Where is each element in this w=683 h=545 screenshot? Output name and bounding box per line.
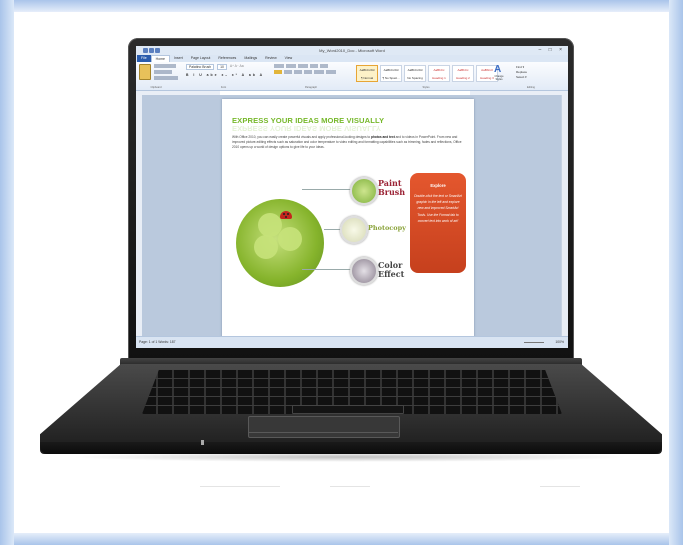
tab-review[interactable]: Review bbox=[261, 55, 280, 62]
window-controls[interactable]: – □ × bbox=[539, 46, 566, 55]
connector-line bbox=[302, 269, 352, 270]
faint-line bbox=[330, 486, 370, 487]
paste-button[interactable] bbox=[139, 64, 151, 80]
smartart-graphic[interactable]: Paint Brush Photocopy Color Effect Explo… bbox=[230, 173, 466, 323]
laptop-shadow bbox=[70, 452, 630, 462]
zoom-level[interactable]: 100% bbox=[555, 337, 564, 348]
style-no-spacing[interactable]: AaBbCcDd ¶ No Spaci... bbox=[380, 65, 402, 82]
status-bar: Page: 1 of 1 Words: 187 100% bbox=[136, 336, 568, 348]
vertical-scrollbar[interactable] bbox=[561, 95, 568, 337]
slide-frame-top bbox=[0, 0, 683, 12]
clipboard-group bbox=[154, 64, 180, 84]
grow-font-icon[interactable]: A⁺ A⁻ Aa bbox=[230, 64, 244, 70]
document-paragraph: With Office 2010, you can easily create … bbox=[232, 135, 462, 150]
power-indicator-icon bbox=[201, 440, 204, 445]
redo-icon[interactable] bbox=[155, 48, 160, 53]
ladybug-image bbox=[280, 211, 292, 219]
document-heading-reflection: EXPRESS YOUR IDEAS MORE VISUALLY bbox=[232, 124, 381, 133]
vertical-ruler[interactable] bbox=[136, 95, 142, 337]
change-styles-icon: A bbox=[494, 64, 502, 75]
spacebar bbox=[292, 405, 404, 414]
style-no-spacing-2[interactable]: AaBbCcDd No Spacing bbox=[404, 65, 426, 82]
explore-text: Double-click the text or SmartArt graphi… bbox=[414, 194, 462, 223]
ribbon-home: Palatino Brush 10 A⁺ A⁻ Aa B I U abe x₂ … bbox=[136, 62, 568, 91]
slide-frame-bottom bbox=[0, 533, 683, 545]
paragraph-group bbox=[274, 64, 344, 84]
photocopy-node[interactable] bbox=[340, 216, 368, 244]
editing-group: Find ▾ Replace Select ▾ bbox=[516, 65, 527, 80]
faint-line bbox=[200, 486, 280, 487]
paint-brush-node[interactable] bbox=[350, 177, 378, 205]
document-page[interactable]: EXPRESS YOUR IDEAS MORE VISUALLY EXPRESS… bbox=[222, 99, 474, 339]
style-heading-1[interactable]: AaBbCc Heading 1 bbox=[428, 65, 450, 82]
quick-access-toolbar[interactable] bbox=[138, 47, 166, 54]
select-button[interactable]: Select ▾ bbox=[516, 75, 527, 80]
tab-view[interactable]: View bbox=[281, 55, 297, 62]
touchpad-buttons bbox=[248, 432, 398, 439]
paint-brush-label: Paint Brush bbox=[378, 178, 406, 197]
tab-mailings[interactable]: Mailings bbox=[240, 55, 261, 62]
change-styles-button[interactable]: A Change Styles bbox=[492, 65, 506, 83]
font-format-buttons[interactable]: B I U abe x₂ x² A ab A bbox=[186, 73, 266, 77]
save-icon[interactable] bbox=[143, 48, 148, 53]
status-page-words[interactable]: Page: 1 of 1 Words: 187 bbox=[139, 340, 176, 344]
window-title: My_Word2010_Doc - Microsoft Word bbox=[319, 48, 385, 53]
font-group: Palatino Brush 10 A⁺ A⁻ Aa B I U abe x₂ … bbox=[186, 64, 266, 84]
clover-image bbox=[250, 213, 310, 273]
undo-icon[interactable] bbox=[149, 48, 154, 53]
tab-page-layout[interactable]: Page Layout bbox=[187, 55, 215, 62]
ribbon-group-labels: Clipboard Font Paragraph Styles Editing bbox=[150, 86, 535, 89]
tab-file[interactable]: File bbox=[137, 55, 151, 62]
faint-line bbox=[540, 486, 580, 487]
color-effect-node[interactable] bbox=[350, 257, 378, 285]
font-size-select[interactable]: 10 bbox=[217, 64, 227, 70]
connector-line bbox=[302, 189, 352, 190]
word-titlebar: My_Word2010_Doc - Microsoft Word – □ × bbox=[136, 46, 568, 55]
slide-frame-right bbox=[669, 0, 683, 545]
style-normal[interactable]: AaBbCcDd ¶ Normal bbox=[356, 65, 378, 82]
styles-gallery[interactable]: AaBbCcDd ¶ Normal AaBbCcDd ¶ No Spaci... A… bbox=[356, 65, 498, 82]
slide-frame-left bbox=[0, 0, 14, 545]
style-heading-2[interactable]: AaBbCc Heading 2 bbox=[452, 65, 474, 82]
photocopy-label: Photocopy bbox=[368, 224, 406, 232]
ribbon-tabs: File Home Insert Page Layout References … bbox=[136, 55, 568, 62]
color-effect-label: Color Effect bbox=[378, 260, 405, 279]
tab-insert[interactable]: Insert bbox=[170, 55, 187, 62]
zoom-slider[interactable] bbox=[524, 342, 544, 343]
explore-heading: Explore bbox=[430, 183, 446, 188]
font-name-select[interactable]: Palatino Brush bbox=[186, 64, 215, 70]
tab-references[interactable]: References bbox=[214, 55, 240, 62]
tab-home[interactable]: Home bbox=[150, 55, 170, 62]
explore-callout[interactable]: Explore Double-click the text or SmartAr… bbox=[410, 173, 466, 273]
laptop-screen: My_Word2010_Doc - Microsoft Word – □ × F… bbox=[136, 46, 568, 348]
document-area: EXPRESS YOUR IDEAS MORE VISUALLY EXPRESS… bbox=[136, 95, 568, 339]
